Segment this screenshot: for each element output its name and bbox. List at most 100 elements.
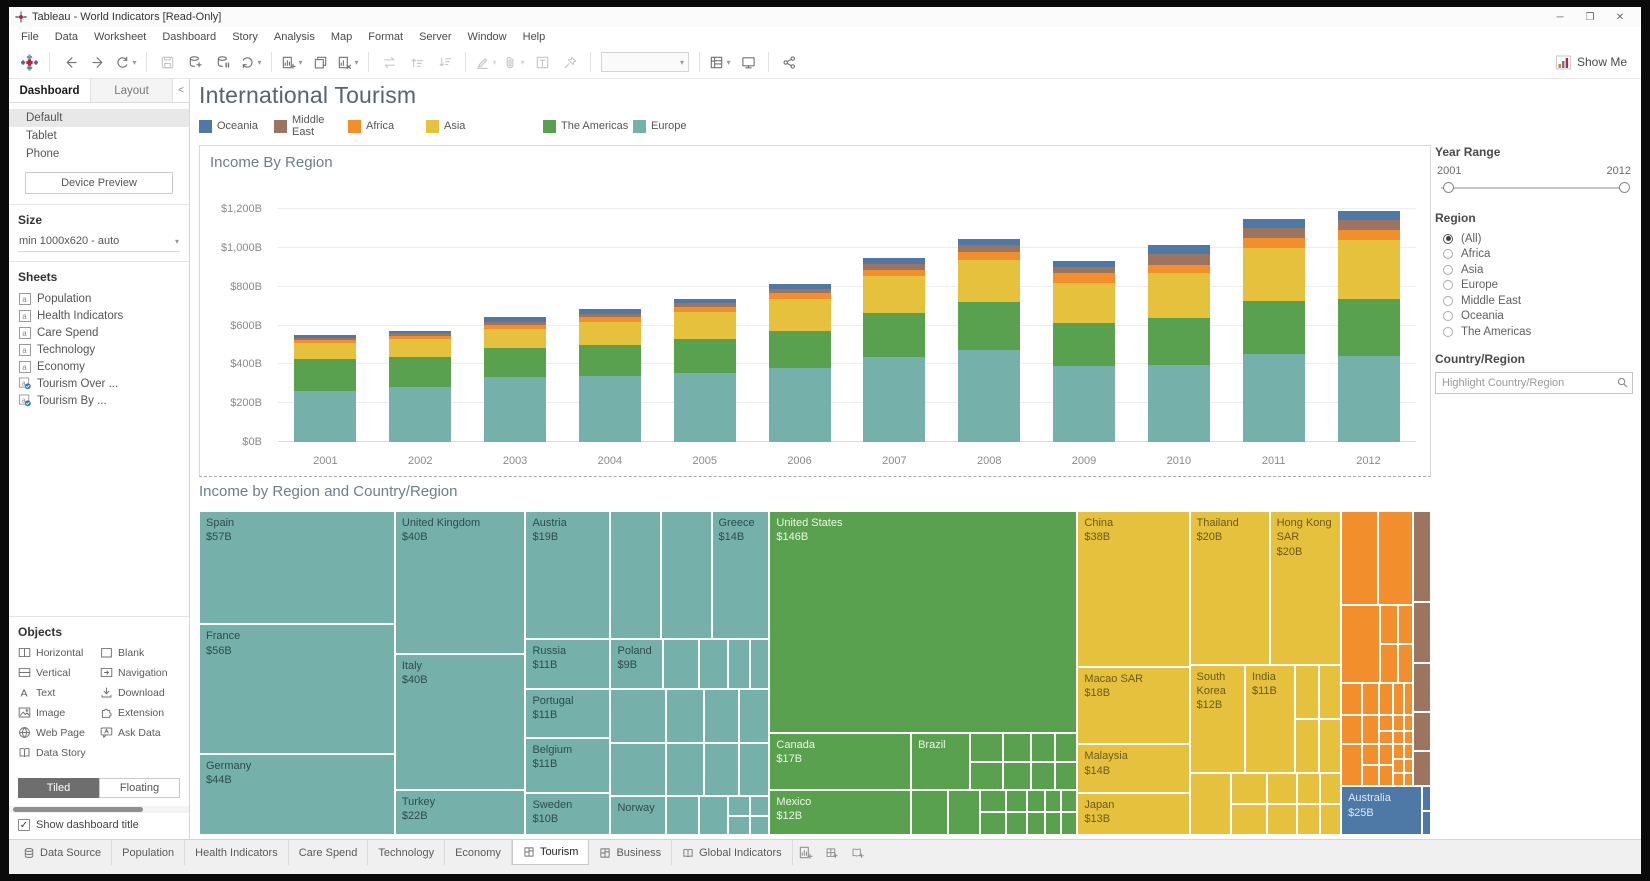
maximize-button[interactable]: ❐ [1575,12,1605,23]
treemap-cell[interactable] [1392,731,1404,745]
treemap-cell[interactable] [1296,773,1321,805]
object-image[interactable]: Image [18,705,98,720]
sidebar-sheet-care-spend[interactable]: a Care Spend [18,324,180,341]
treemap-cell[interactable] [699,638,728,690]
bar-segment-oceania[interactable] [1242,219,1305,228]
treemap-cell[interactable] [610,511,661,639]
treemap-cell[interactable] [1341,682,1362,716]
sidebar-sheet-tourism-over[interactable]: a Tourism Over ... [18,375,180,392]
treemap-cell[interactable] [749,638,770,690]
new-dashboard-button[interactable] [819,840,845,865]
menu-dashboard[interactable]: Dashboard [154,31,224,43]
bar-segment-the-americas[interactable] [578,345,641,377]
sidebar-sheet-economy[interactable]: a Economy [18,358,180,375]
treemap-cell[interactable] [1379,682,1393,716]
sheet-tab-health-indicators[interactable]: Health Indicators [185,840,289,865]
bar-segment-europe[interactable] [294,390,357,442]
treemap-cell[interactable] [1026,812,1046,835]
bar-segment-middle-east[interactable] [1053,266,1116,274]
treemap-cell[interactable] [1341,604,1381,683]
group-button[interactable]: ▾ [502,50,526,74]
save-button[interactable] [155,50,179,74]
bar-segment-the-americas[interactable] [389,356,452,387]
treemap-cell[interactable] [1403,744,1413,759]
region-option-asia[interactable]: Asia [1443,262,1633,278]
treemap-cell[interactable] [1267,773,1297,805]
country-search-input[interactable] [1435,371,1633,394]
bar-segment-the-americas[interactable] [673,339,736,374]
bar-segment-the-americas[interactable] [958,302,1021,350]
treemap-cell[interactable] [1295,719,1319,774]
treemap-cell[interactable] [970,762,1004,790]
sidebar-sheet-technology[interactable]: a Technology [18,341,180,358]
treemap-cell-turkey[interactable]: Turkey $22B [394,789,526,835]
new-story-button[interactable] [845,840,871,865]
bar-segment-africa[interactable] [1147,264,1210,274]
tiled-button[interactable]: Tiled [18,778,99,798]
treemap-cell[interactable] [1380,604,1398,644]
bar-segment-africa[interactable] [1053,273,1116,284]
bar-segment-asia[interactable] [1242,248,1305,301]
treemap-cell[interactable] [1392,758,1404,774]
treemap-cell[interactable] [665,742,705,797]
bar-2001[interactable] [294,190,357,442]
menu-data[interactable]: Data [47,31,86,43]
treemap-cell[interactable] [1318,719,1342,774]
fix-axes-button[interactable] [558,50,582,74]
radio-icon[interactable] [1443,264,1453,275]
legend-item-oceania[interactable]: Oceania [199,119,274,133]
bar-2008[interactable] [958,190,1021,442]
treemap-cell-malaysia[interactable]: Malaysia $14B [1077,744,1190,793]
sidebar-sheet-population[interactable]: a Population [18,290,180,307]
treemap-cell[interactable] [1341,715,1362,745]
treemap-cell[interactable] [738,689,770,743]
object-web-page[interactable]: Web Page [18,725,98,740]
treemap-cell-canada[interactable]: Canada $17B [769,732,912,790]
legend-item-europe[interactable]: Europe [633,119,703,133]
pause-updates-button[interactable] [211,50,235,74]
device-preview-button[interactable]: Device Preview [25,172,173,194]
clear-sheet-button[interactable]: ▾ [336,50,360,74]
treemap-cell[interactable] [1295,664,1319,720]
bar-segment-oceania[interactable] [1337,211,1400,221]
treemap-cell[interactable] [1362,744,1380,766]
sheet-tab-global-indicators[interactable]: Global Indicators [672,840,793,865]
sort-descending-button[interactable] [433,50,457,74]
treemap-cell[interactable] [1030,762,1056,790]
treemap-cell[interactable] [1296,804,1321,835]
undo-button[interactable] [58,50,82,74]
treemap-cell[interactable] [948,789,981,835]
bar-segment-the-americas[interactable] [863,313,926,357]
bar-2012[interactable] [1337,190,1400,442]
bar-segment-oceania[interactable] [958,238,1021,246]
bar-segment-europe[interactable] [768,368,831,442]
bar-segment-asia[interactable] [958,259,1021,303]
sheet-tab-economy[interactable]: Economy [445,840,512,865]
bar-segment-the-americas[interactable] [1147,317,1210,366]
radio-icon[interactable] [1443,326,1453,337]
treemap-cell[interactable] [704,689,739,743]
treemap-cell-australia[interactable]: Australia $25B [1341,786,1423,835]
treemap-cell-belgium[interactable]: Belgium $11B [525,737,611,793]
treemap-cell[interactable] [1231,804,1268,835]
treemap-cell[interactable] [1422,786,1431,811]
treemap-cell[interactable] [1397,604,1413,644]
year-range-slider[interactable] [1437,179,1631,197]
treemap-cell[interactable] [1392,773,1404,787]
treemap-cell[interactable] [610,689,666,743]
treemap-cell[interactable] [1026,789,1046,813]
treemap-cell[interactable] [1392,682,1404,716]
radio-icon[interactable] [1443,233,1453,244]
treemap-cell[interactable] [1061,812,1078,835]
treemap-cell-mexico[interactable]: Mexico $12B [769,789,912,835]
legend-item-middle-east[interactable]: Middle East [274,114,348,138]
highlight-button[interactable]: ▾ [474,50,498,74]
bar-segment-asia[interactable] [863,276,926,314]
region-option-africa[interactable]: Africa [1443,247,1633,263]
treemap-cell[interactable] [1412,511,1431,602]
sheet-tab-technology[interactable]: Technology [368,840,446,865]
treemap-cell[interactable] [1320,773,1342,805]
treemap-cell-norway[interactable]: Norway [610,796,666,835]
bar-segment-africa[interactable] [958,252,1021,260]
bar-segment-the-americas[interactable] [484,348,547,378]
